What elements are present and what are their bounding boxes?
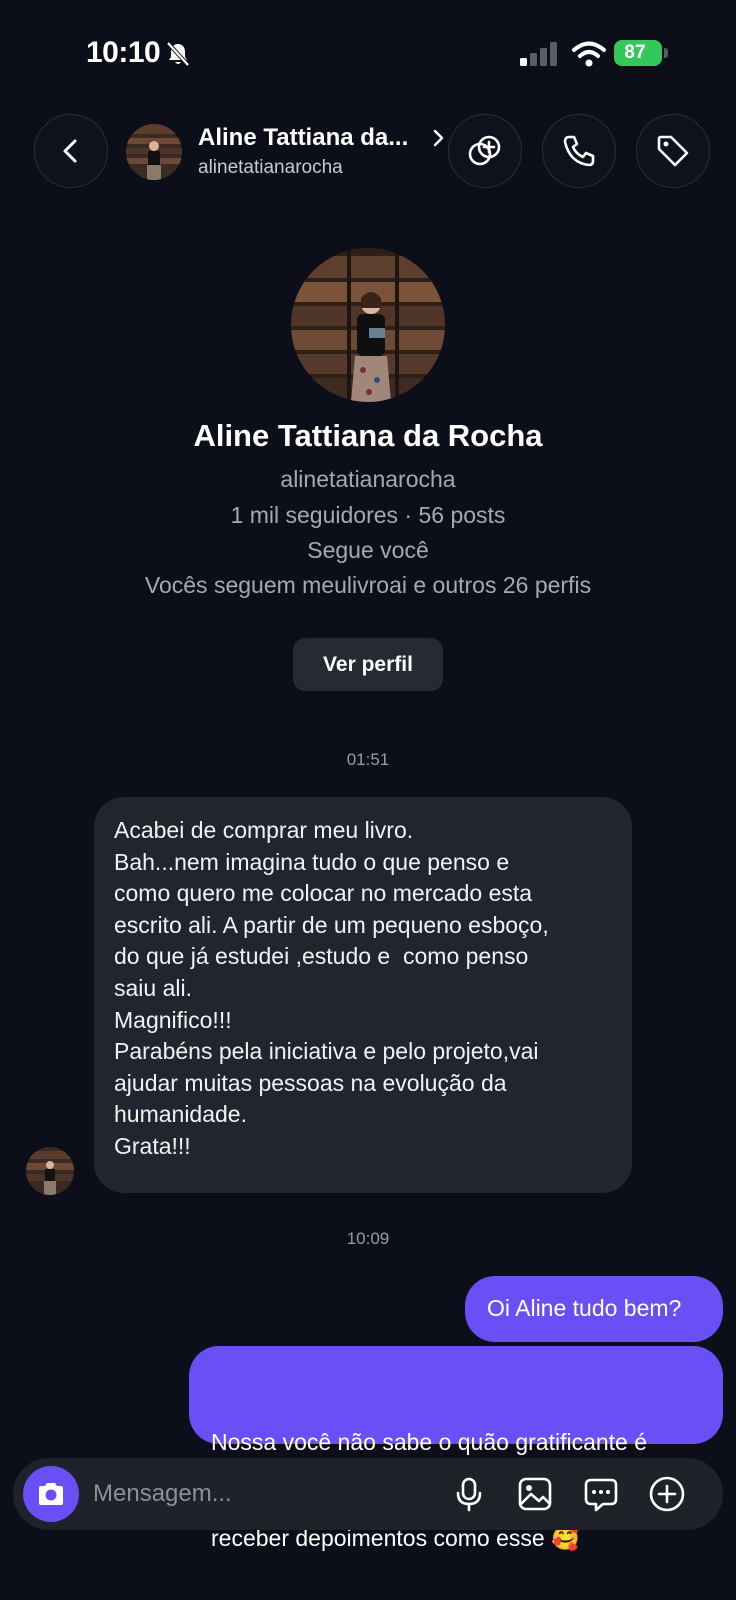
message-line: Acabei de comprar meu livro. [114, 817, 414, 843]
header-avatar[interactable] [126, 124, 182, 180]
message-timestamp: 10:09 [346, 1229, 390, 1248]
back-chevron-icon [63, 139, 77, 163]
more-button[interactable] [647, 1474, 687, 1514]
message-timestamp: 01:51 [346, 750, 390, 769]
profile-stats: 1 mil seguidores · 56 posts [230, 502, 506, 528]
outgoing-message-bubble[interactable]: Oi Aline tudo bem? [465, 1276, 723, 1342]
mutual-followers: Vocês seguem meulivroai e outros 26 perf… [144, 572, 592, 598]
back-button[interactable] [34, 114, 108, 188]
plus-circle-icon [649, 1476, 685, 1512]
camera-icon [39, 1483, 63, 1505]
message-line: escrito ali. A partir de um pequeno esbo… [114, 911, 549, 938]
profile-name: Aline Tattiana da Rocha [193, 418, 543, 453]
gallery-icon [518, 1477, 552, 1511]
message-line: ajudar muitas pessoas na evolução da [114, 1069, 507, 1096]
message-line: como quero me colocar no mercado esta [114, 880, 533, 907]
battery-level: 87 [614, 40, 662, 66]
profile-picture[interactable] [291, 248, 445, 402]
outgoing-message-bubble[interactable]: Nossa você não sabe o quão gratificante … [189, 1346, 723, 1551]
header-username: alinetatianarocha [198, 157, 343, 178]
sticker-button[interactable] [581, 1474, 621, 1514]
avatar-image [126, 124, 182, 180]
tag-button[interactable] [636, 114, 710, 188]
view-profile-button[interactable]: Ver perfil [293, 638, 443, 691]
status-time: 10:10 [86, 36, 161, 69]
profile-username: alinetatianarocha [280, 466, 456, 492]
header-contact-name[interactable]: Aline Tattiana da... [198, 124, 408, 152]
status-bar: 10:10 87 [0, 0, 736, 100]
message-line: do que já estudei ,estudo e como penso [114, 943, 529, 970]
message-line: Nossa você não sabe o quão gratificante … [211, 1429, 648, 1455]
phone-icon [563, 135, 595, 167]
battery-tip [664, 48, 668, 58]
message-line: humanidade. [114, 1101, 247, 1128]
wifi-icon [572, 41, 606, 67]
message-line: Magnifico!!! [114, 1006, 232, 1033]
sticker-message-icon [584, 1478, 618, 1512]
signal-icon [520, 42, 557, 66]
microphone-icon [456, 1477, 482, 1512]
message-input[interactable] [93, 1476, 413, 1512]
message-line: Bah...nem imagina tudo o que penso e [114, 848, 510, 875]
add-people-button[interactable] [448, 114, 522, 188]
add-people-icon [468, 135, 501, 166]
battery-indicator: 87 [614, 40, 670, 68]
message-line: saiu ali. [114, 974, 192, 1001]
message-line: Grata!!! [114, 1132, 191, 1159]
sender-avatar-image [26, 1147, 74, 1195]
chevron-right-icon[interactable] [432, 128, 446, 148]
message-line: Parabéns pela iniciativa e pelo projeto,… [114, 1038, 539, 1065]
bell-muted-icon [166, 41, 190, 67]
incoming-message-bubble[interactable]: Acabei de comprar meu livro. Bah...nem i… [94, 797, 632, 1193]
microphone-button[interactable] [449, 1474, 489, 1514]
sender-avatar[interactable] [26, 1147, 74, 1195]
tag-icon [657, 135, 689, 167]
gallery-button[interactable] [515, 1474, 555, 1514]
message-composer [13, 1458, 723, 1530]
call-button[interactable] [542, 114, 616, 188]
profile-image [291, 248, 445, 402]
camera-button[interactable] [23, 1466, 79, 1522]
follows-you-label: Segue você [307, 537, 429, 563]
